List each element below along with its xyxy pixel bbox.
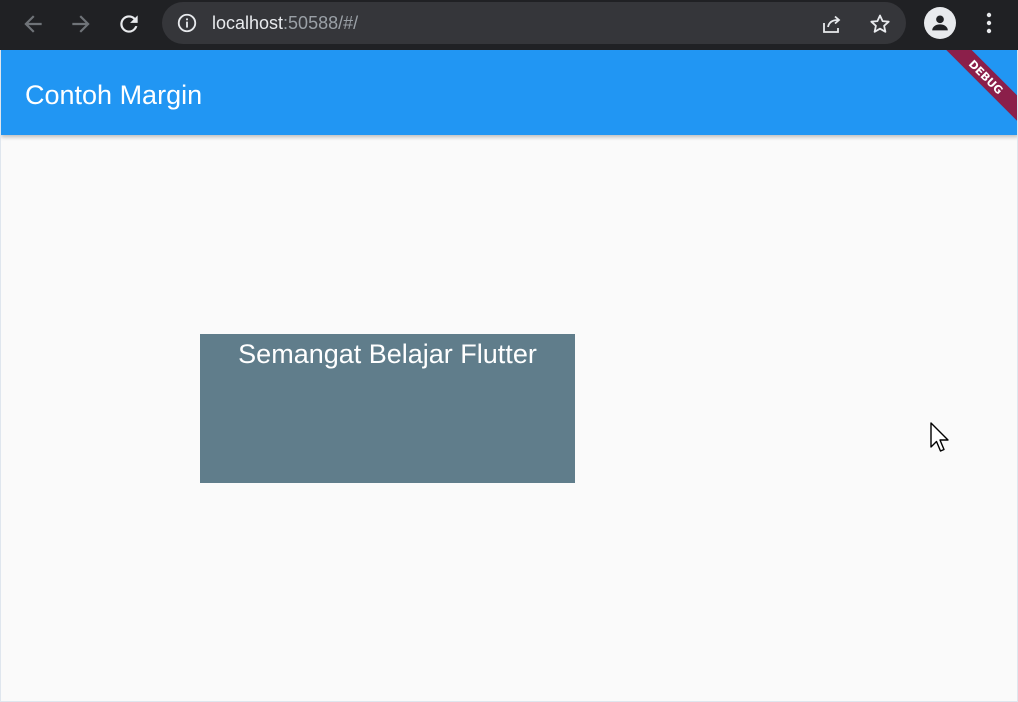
forward-button[interactable] xyxy=(66,9,96,39)
info-icon[interactable] xyxy=(176,12,198,34)
app-window: Contoh Margin DEBUG Semangat Belajar Flu… xyxy=(0,50,1018,702)
profile-icon xyxy=(932,15,948,31)
address-bar[interactable]: localhost:50588/#/ xyxy=(162,2,906,44)
container-text: Semangat Belajar Flutter xyxy=(238,339,537,369)
back-button[interactable] xyxy=(18,9,48,39)
mouse-cursor-icon xyxy=(930,422,949,452)
reload-button[interactable] xyxy=(114,9,144,39)
app-bar: Contoh Margin xyxy=(1,50,1017,135)
url-text[interactable]: localhost:50588/#/ xyxy=(212,13,358,33)
app-title: Contoh Margin xyxy=(25,80,203,110)
bookmark-star-icon[interactable] xyxy=(868,12,892,36)
share-icon[interactable] xyxy=(820,12,844,36)
url-host: localhost xyxy=(212,13,284,33)
forward-arrow-icon xyxy=(72,15,90,33)
kebab-menu-icon[interactable] xyxy=(977,10,1001,36)
profile-button[interactable] xyxy=(924,7,956,39)
url-path: :50588/#/ xyxy=(283,13,359,33)
reload-icon xyxy=(120,15,138,33)
back-arrow-icon xyxy=(24,15,42,33)
margin-container: Semangat Belajar Flutter xyxy=(200,334,575,483)
browser-toolbar: localhost:50588/#/ xyxy=(0,0,1018,50)
